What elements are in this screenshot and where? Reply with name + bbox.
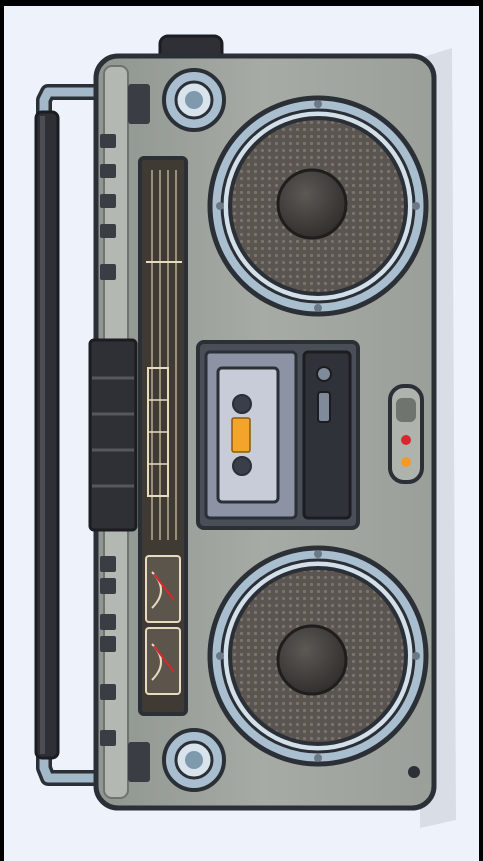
led-orange [401, 457, 411, 467]
cassette-deck [196, 340, 360, 530]
boombox-image [0, 0, 483, 861]
frame-top [0, 0, 483, 6]
frame-right [479, 0, 483, 861]
transport-keys [88, 338, 138, 532]
speaker-bottom-dome [276, 624, 348, 696]
frame-left [0, 0, 4, 861]
speaker-top-dome [276, 168, 348, 240]
vu-meter-top [145, 555, 181, 623]
power-switch [388, 384, 424, 484]
cassette-label [231, 417, 251, 453]
boombox-svg [0, 0, 483, 861]
led-red [401, 435, 411, 445]
handle-grip [34, 110, 60, 760]
vu-meter-bottom [145, 627, 181, 695]
speaker-top [207, 95, 429, 317]
